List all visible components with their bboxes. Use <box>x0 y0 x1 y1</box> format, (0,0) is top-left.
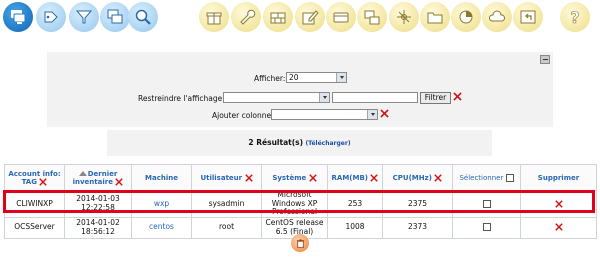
delete-row-icon[interactable] <box>554 199 563 208</box>
clear-columns-icon[interactable] <box>380 109 389 118</box>
column-header-select: Sélectionner <box>452 164 521 191</box>
collapse-panel-button[interactable] <box>540 55 550 64</box>
restrict-label: Restreindre l'affichage: <box>138 94 225 103</box>
network-tree-icon[interactable] <box>389 2 419 32</box>
reset-filter-icon[interactable] <box>453 92 462 101</box>
cell-ram: 1008 <box>327 216 383 239</box>
filter-button[interactable]: Filtrer <box>420 92 451 104</box>
row-select-checkbox[interactable] <box>482 199 491 208</box>
svg-text:?: ? <box>570 8 579 27</box>
search-icon[interactable] <box>128 2 158 32</box>
cell-machine-link[interactable]: centos <box>131 216 192 239</box>
cell-account: CLIWINXP <box>4 190 65 218</box>
column-header-cpu-label: CPU(MHz) <box>392 173 432 182</box>
column-header-delete-label: Supprimer <box>537 173 580 182</box>
remove-column-icon[interactable] <box>39 177 48 186</box>
display-count-select[interactable]: 20 <box>286 72 347 83</box>
column-header-select-label: Sélectionner <box>459 173 504 182</box>
tag-icon[interactable] <box>36 2 66 32</box>
column-header-ram-label: RAM(MB) <box>331 173 369 182</box>
gift-icon[interactable] <box>199 2 229 32</box>
cloud-icon[interactable] <box>482 2 512 32</box>
display-label: Afficher: <box>254 74 286 83</box>
column-header-machine-label: Machine <box>145 173 178 182</box>
result-count: 2 Résultat(s) <box>248 138 304 147</box>
edit-icon[interactable] <box>295 2 325 32</box>
column-header-user[interactable]: Utilisateur <box>191 164 262 191</box>
cell-select <box>452 190 521 218</box>
firewall-icon[interactable] <box>263 2 293 32</box>
wrench-icon[interactable] <box>231 2 261 32</box>
row-select-checkbox[interactable] <box>482 223 491 232</box>
column-header-account[interactable]: Account info: TAG <box>4 164 65 191</box>
windows-icon[interactable] <box>100 2 130 32</box>
result-bar: 2 Résultat(s) (Télécharger) <box>107 130 492 156</box>
column-header-last-inventory[interactable]: Dernier inventaire <box>64 164 132 191</box>
cell-os: Microsoft Windows XP Professional <box>261 190 328 218</box>
chart-icon[interactable] <box>451 2 481 32</box>
download-link[interactable]: (Télécharger) <box>305 140 350 147</box>
help-icon[interactable]: ? <box>560 2 590 32</box>
add-column-label: Ajouter colonne: <box>212 111 274 120</box>
column-header-os-label: Système <box>272 173 307 182</box>
add-column-select[interactable] <box>271 109 378 120</box>
remove-column-icon[interactable] <box>434 173 443 182</box>
column-header-os[interactable]: Système <box>261 164 328 191</box>
column-header-cpu[interactable]: CPU(MHz) <box>382 164 453 191</box>
card-icon[interactable] <box>326 2 356 32</box>
column-header-account-label: Account info: TAG <box>8 169 61 186</box>
column-header-delete: Supprimer <box>520 164 597 191</box>
remove-column-icon[interactable] <box>244 173 253 182</box>
column-header-ram[interactable]: RAM(MB) <box>327 164 383 191</box>
cell-machine-link[interactable]: wxp <box>131 190 192 218</box>
remove-column-icon[interactable] <box>370 173 379 182</box>
display-count-value: 20 <box>289 73 299 82</box>
toolbar: ? <box>0 0 600 36</box>
table-header-row: Account info: TAG Dernier inventaire Mac… <box>4 164 597 191</box>
cell-last-inventory: 2014-01-03 12:22:58 <box>64 190 132 218</box>
computers-icon[interactable] <box>3 2 33 32</box>
select-all-checkbox[interactable] <box>505 173 514 182</box>
sort-ascending-icon <box>78 171 87 176</box>
cell-ram: 253 <box>327 190 383 218</box>
remove-column-icon[interactable] <box>308 173 317 182</box>
back-icon[interactable] <box>513 2 543 32</box>
column-header-user-label: Utilisateur <box>200 173 243 182</box>
cell-cpu: 2373 <box>382 216 453 239</box>
restrict-text-input[interactable] <box>332 92 418 103</box>
cell-delete <box>520 216 597 239</box>
cell-delete <box>520 190 597 218</box>
cell-last-inventory: 2014-01-02 18:56:12 <box>64 216 132 239</box>
cell-user: sysadmin <box>191 190 262 218</box>
chevron-down-icon <box>367 110 377 119</box>
chevron-down-icon <box>336 73 346 82</box>
delete-selected-icon[interactable] <box>291 234 309 252</box>
network-icon[interactable] <box>357 2 387 32</box>
cell-select <box>452 216 521 239</box>
column-header-machine[interactable]: Machine <box>131 164 192 191</box>
cell-cpu: 2375 <box>382 190 453 218</box>
chevron-down-icon <box>319 93 329 102</box>
remove-column-icon[interactable] <box>115 177 124 186</box>
cell-user: root <box>191 216 262 239</box>
computers-table: Account info: TAG Dernier inventaire Mac… <box>4 164 597 239</box>
cell-account: OCSServer <box>4 216 65 239</box>
table-row[interactable]: CLIWINXP 2014-01-03 12:22:58 wxp sysadmi… <box>4 190 597 218</box>
restrict-field-select[interactable] <box>223 92 330 103</box>
delete-row-icon[interactable] <box>554 223 563 231</box>
folder-icon[interactable] <box>420 2 450 32</box>
filter-funnel-icon[interactable] <box>69 2 99 32</box>
